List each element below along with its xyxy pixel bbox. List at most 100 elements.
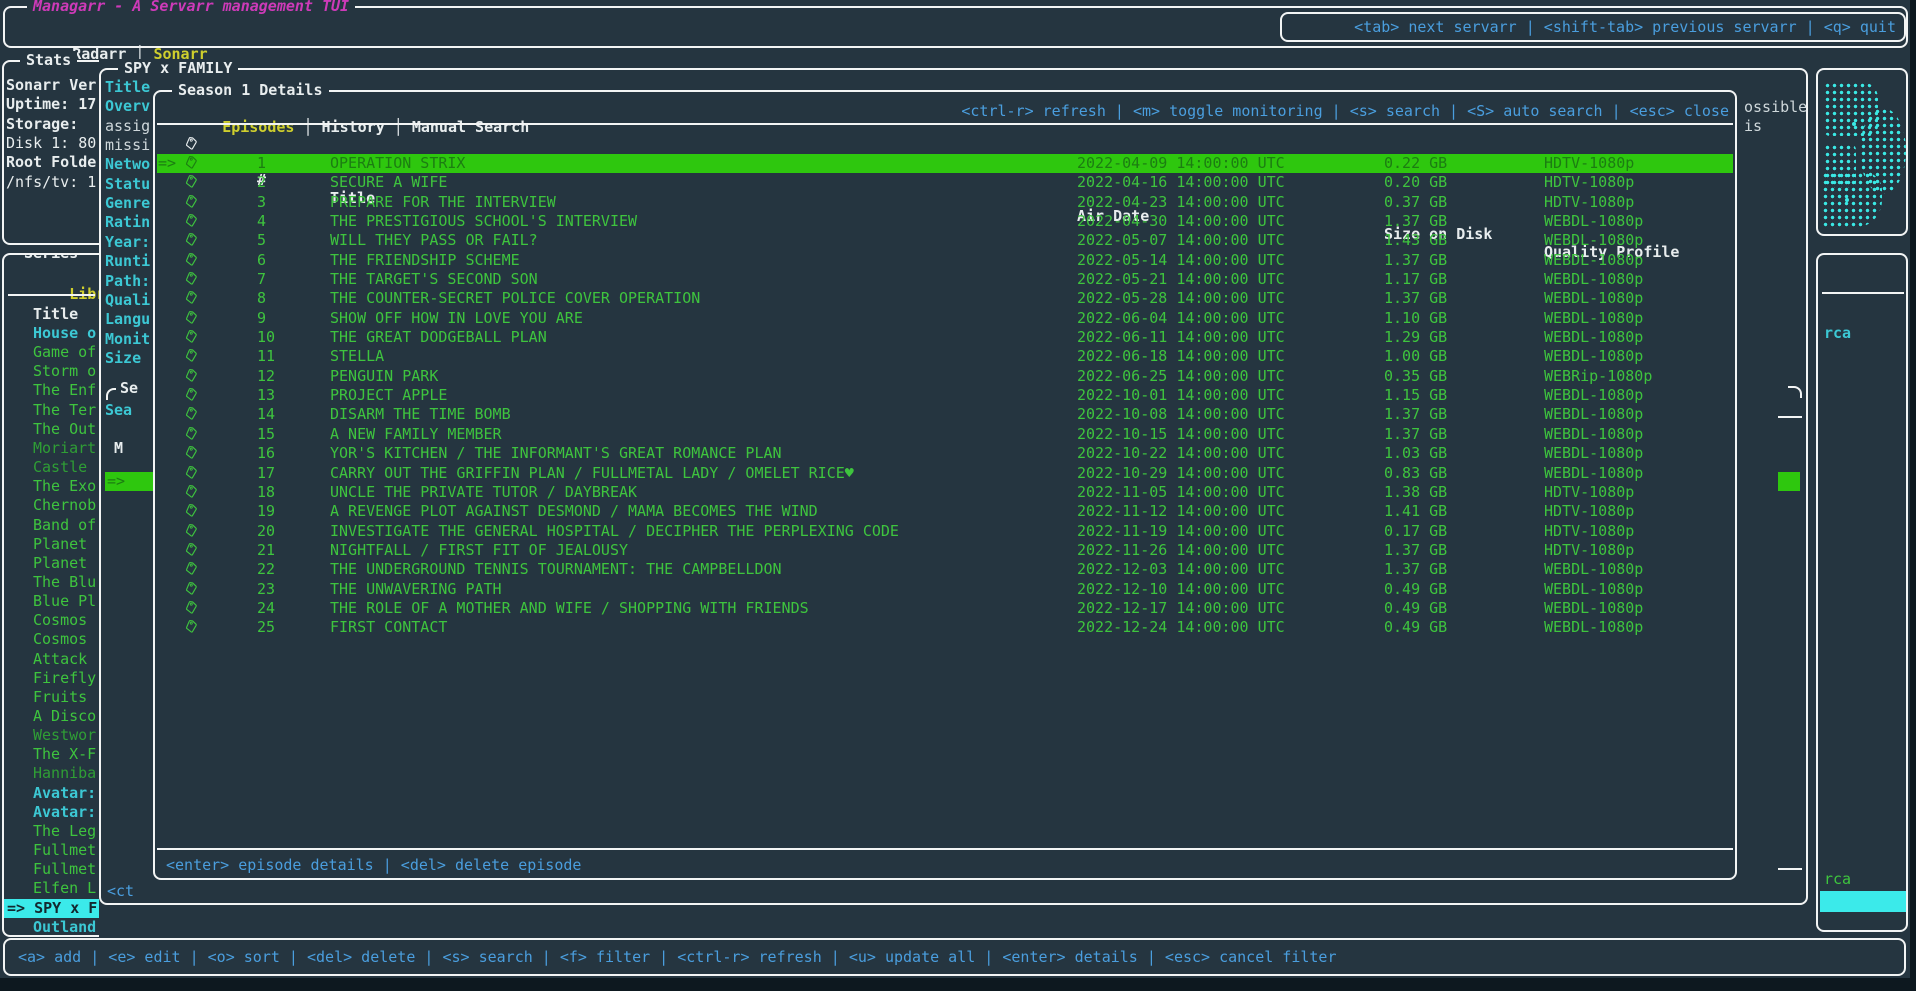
monitored-icon[interactable] — [184, 618, 198, 637]
monitored-icon[interactable] — [184, 386, 198, 405]
right-list-divider — [1822, 292, 1904, 294]
table-row[interactable]: 3PREPARE FOR THE INTERVIEW2022-04-23 14:… — [157, 193, 1733, 212]
series-list-item[interactable]: Outland — [4, 918, 99, 937]
series-list-item[interactable]: The Blu — [4, 573, 99, 592]
table-row[interactable]: =>1OPERATION STRIX2022-04-09 14:00:00 UT… — [157, 154, 1733, 173]
monitored-icon[interactable] — [184, 193, 198, 212]
tab-history[interactable]: History — [322, 118, 385, 136]
series-list-item[interactable]: Avatar: — [4, 784, 99, 803]
monitored-icon[interactable] — [184, 502, 198, 521]
table-row[interactable]: 18UNCLE THE PRIVATE TUTOR / DAYBREAK2022… — [157, 483, 1733, 502]
episode-size: 1.00 GB — [1384, 347, 1447, 366]
monitored-icon[interactable] — [184, 231, 198, 250]
monitored-icon[interactable] — [184, 347, 198, 366]
seasons-header-fragment: M — [114, 439, 123, 457]
episode-air-date: 2022-04-30 14:00:00 UTC — [1077, 212, 1285, 231]
table-row[interactable]: 22THE UNDERGROUND TENNIS TOURNAMENT: THE… — [157, 560, 1733, 579]
monitored-icon[interactable] — [184, 425, 198, 444]
series-list-item[interactable]: A Disco — [4, 707, 99, 726]
monitored-icon[interactable] — [184, 154, 198, 173]
table-row[interactable]: 4THE PRESTIGIOUS SCHOOL'S INTERVIEW2022-… — [157, 212, 1733, 231]
table-row[interactable]: 13PROJECT APPLE2022-10-01 14:00:00 UTC1.… — [157, 386, 1733, 405]
episode-quality: WEBDL-1080p — [1544, 444, 1643, 463]
monitored-icon[interactable] — [184, 173, 198, 192]
tab-episodes[interactable]: Episodes — [222, 118, 294, 136]
series-list-item[interactable]: The Ter — [4, 401, 99, 420]
table-row[interactable]: 20INVESTIGATE THE GENERAL HOSPITAL / DEC… — [157, 522, 1733, 541]
monitored-icon[interactable] — [184, 522, 198, 541]
seasons-selected-row-fragment-left[interactable]: => — [105, 472, 153, 491]
series-list-item[interactable]: Blue Pl — [4, 592, 99, 611]
monitored-icon[interactable] — [184, 541, 198, 560]
table-row[interactable]: 21NIGHTFALL / FIRST FIT OF JEALOUSY2022-… — [157, 541, 1733, 560]
monitored-icon[interactable] — [184, 560, 198, 579]
monitored-icon[interactable] — [184, 309, 198, 328]
episode-title: CARRY OUT THE GRIFFIN PLAN / FULLMETAL L… — [330, 464, 854, 483]
monitored-icon[interactable] — [184, 270, 198, 289]
series-list-item[interactable]: The Exo — [4, 477, 99, 496]
table-row[interactable]: 12PENGUIN PARK2022-06-25 14:00:00 UTC0.3… — [157, 367, 1733, 386]
series-list-item[interactable]: Westwor — [4, 726, 99, 745]
series-list-item[interactable]: Moriart — [4, 439, 99, 458]
table-row[interactable]: 15A NEW FAMILY MEMBER2022-10-15 14:00:00… — [157, 425, 1733, 444]
table-row[interactable]: 5WILL THEY PASS OR FAIL?2022-05-07 14:00… — [157, 231, 1733, 250]
series-list-item[interactable]: Hanniba — [4, 764, 99, 783]
series-list-item[interactable]: Castle — [4, 458, 99, 477]
series-list-item[interactable]: The X-F — [4, 745, 99, 764]
episode-number: 23 — [257, 580, 275, 599]
season-footer-divider — [157, 848, 1733, 850]
series-list-item[interactable]: Planet — [4, 554, 99, 573]
monitored-icon[interactable] — [184, 580, 198, 599]
series-list-item[interactable]: House o — [4, 324, 99, 343]
series-list-item[interactable]: Firefly — [4, 669, 99, 688]
series-list-item[interactable]: Fruits — [4, 688, 99, 707]
series-list-item[interactable]: Avatar: — [4, 803, 99, 822]
table-row[interactable]: 17CARRY OUT THE GRIFFIN PLAN / FULLMETAL… — [157, 464, 1733, 483]
table-row[interactable]: 11STELLA2022-06-18 14:00:00 UTC1.00 GBWE… — [157, 347, 1733, 366]
series-list-item[interactable]: Cosmos — [4, 630, 99, 649]
table-row[interactable]: 24THE ROLE OF A MOTHER AND WIFE / SHOPPI… — [157, 599, 1733, 618]
series-list-item[interactable]: Attack — [4, 650, 99, 669]
episode-title: THE UNDERGROUND TENNIS TOURNAMENT: THE C… — [330, 560, 782, 579]
series-list-item[interactable]: Game of — [4, 343, 99, 362]
series-list-item[interactable]: Planet — [4, 535, 99, 554]
series-list-item[interactable]: The Enf — [4, 381, 99, 400]
tab-manual-search[interactable]: Manual Search — [412, 118, 529, 136]
monitored-icon[interactable] — [184, 405, 198, 424]
series-list-item[interactable]: Elfen L — [4, 879, 99, 898]
table-row[interactable]: 25FIRST CONTACT2022-12-24 14:00:00 UTC0.… — [157, 618, 1733, 637]
series-list-item[interactable]: The Leg — [4, 822, 99, 841]
series-list-item[interactable]: Chernob — [4, 496, 99, 515]
table-row[interactable]: 9SHOW OFF HOW IN LOVE YOU ARE2022-06-04 … — [157, 309, 1733, 328]
series-list-item[interactable]: Fullmet — [4, 860, 99, 879]
table-row[interactable]: 23THE UNWAVERING PATH2022-12-10 14:00:00… — [157, 580, 1733, 599]
table-row[interactable]: 10THE GREAT DODGEBALL PLAN2022-06-11 14:… — [157, 328, 1733, 347]
series-list-item[interactable]: Fullmet — [4, 841, 99, 860]
series-list-item[interactable]: The Out — [4, 420, 99, 439]
series-list-item[interactable]: Band of — [4, 516, 99, 535]
table-row[interactable]: 2SECURE A WIFE2022-04-16 14:00:00 UTC0.2… — [157, 173, 1733, 192]
monitored-icon[interactable] — [184, 444, 198, 463]
monitored-icon[interactable] — [184, 289, 198, 308]
series-list-item-selected[interactable]: => SPY x F — [4, 899, 99, 918]
episode-size: 0.49 GB — [1384, 618, 1447, 637]
table-row[interactable]: 6THE FRIENDSHIP SCHEME2022-05-14 14:00:0… — [157, 251, 1733, 270]
right-list-selected-fragment[interactable] — [1820, 891, 1906, 912]
table-row[interactable]: 8THE COUNTER-SECRET POLICE COVER OPERATI… — [157, 289, 1733, 308]
monitored-icon[interactable] — [184, 599, 198, 618]
table-row[interactable]: 7THE TARGET'S SECOND SON2022-05-21 14:00… — [157, 270, 1733, 289]
monitored-icon[interactable] — [184, 251, 198, 270]
monitored-icon[interactable] — [184, 328, 198, 347]
monitored-icon[interactable] — [184, 483, 198, 502]
series-list-item[interactable]: Cosmos — [4, 611, 99, 630]
table-row[interactable]: 14DISARM THE TIME BOMB2022-10-08 14:00:0… — [157, 405, 1733, 424]
table-row[interactable]: 19A REVENGE PLOT AGAINST DESMOND / MAMA … — [157, 502, 1733, 521]
monitored-icon[interactable] — [184, 464, 198, 483]
tag-icon — [184, 232, 198, 247]
monitored-icon[interactable] — [184, 212, 198, 231]
episode-number: 13 — [257, 386, 275, 405]
episode-quality: HDTV-1080p — [1544, 483, 1634, 502]
monitored-icon[interactable] — [184, 367, 198, 386]
table-row[interactable]: 16YOR'S KITCHEN / THE INFORMANT'S GREAT … — [157, 444, 1733, 463]
series-list-item[interactable]: Storm o — [4, 362, 99, 381]
